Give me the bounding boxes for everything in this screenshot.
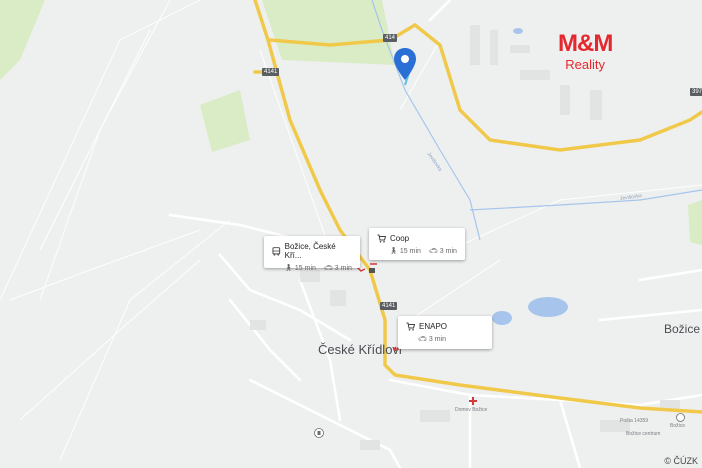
shop-marker-icon[interactable]	[369, 261, 378, 267]
poi-title: Božice, České Kří...	[284, 242, 336, 260]
hospital-cross-icon	[469, 397, 477, 405]
map-label-museum: Božice centrum	[626, 431, 661, 437]
drive-time: 3 min	[428, 335, 447, 343]
poi-card-coop[interactable]: Coop 🚶︎ 15 min 🚗︎ 3 min	[369, 228, 465, 260]
map-copyright: © ČÚZK	[664, 456, 698, 466]
walk-time: 15 min	[294, 264, 316, 272]
drive-time: 3 min	[439, 247, 457, 255]
walk-time: 15 min	[399, 247, 421, 255]
poi-title: ENAPO	[419, 322, 448, 331]
bus-icon	[272, 246, 281, 256]
car-icon: 🚗︎	[418, 336, 427, 343]
poi-title: Coop	[390, 234, 410, 243]
map-label-hospital: Domov Božice	[455, 407, 488, 413]
mm-reality-logo: M&M Reality	[558, 30, 613, 72]
town-label-bozice: Božice	[664, 322, 701, 336]
car-icon: 🚗︎	[323, 265, 333, 272]
poi-card-bus-stop[interactable]: Božice, České Kří... 🚶︎ 15 min 🚗︎ 3 min	[264, 236, 360, 272]
map-label-school: Božice	[670, 423, 686, 429]
poi-card-enapo[interactable]: ENAPO 🚗︎ 3 min	[398, 316, 492, 349]
map-label-post: Pošta 14359	[620, 418, 649, 424]
map-canvas[interactable]: 414 4141 4141 397 Jevišovka Jevišovka Če…	[0, 0, 702, 468]
cart-icon	[406, 322, 415, 331]
poi-icon	[676, 413, 685, 422]
walk-icon: 🚶︎	[284, 265, 293, 272]
road-number-label: 4141	[262, 68, 280, 76]
car-icon: 🚗︎	[428, 248, 438, 255]
logo-main-text: M&M	[558, 30, 613, 57]
town-label-ceske-kridlovice: České Křídlovi	[318, 342, 402, 357]
walk-icon: 🚶︎	[389, 248, 398, 255]
bus-icon[interactable]	[368, 267, 376, 275]
location-pin-icon[interactable]	[394, 48, 416, 80]
road-number-label: 397	[690, 88, 702, 96]
road-number-label: 414	[383, 34, 398, 42]
cart-icon	[377, 234, 386, 243]
poi-icon	[314, 428, 324, 438]
road-number-label: 4141	[380, 302, 398, 310]
drive-time: 3 min	[334, 264, 352, 272]
logo-sub-text: Reality	[565, 57, 606, 72]
